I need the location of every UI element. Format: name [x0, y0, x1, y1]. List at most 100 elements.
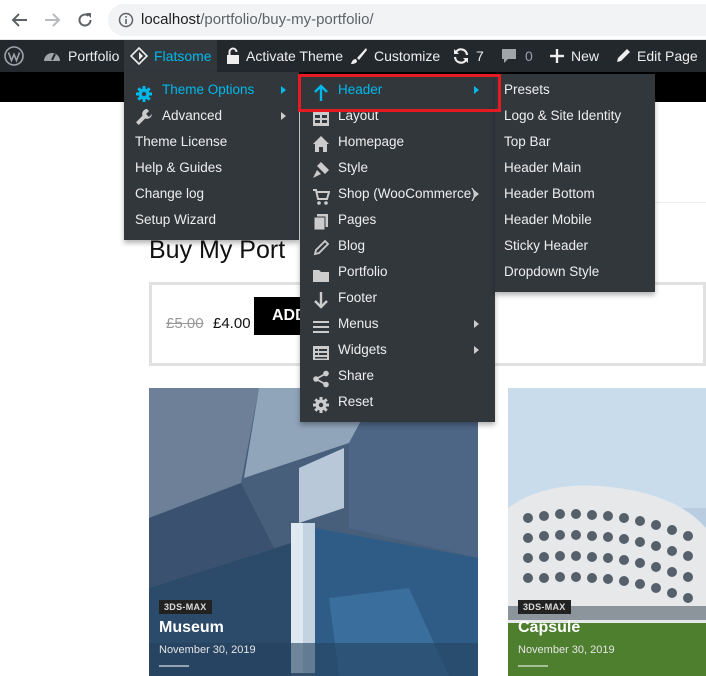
card-category-tag[interactable]: 3DS-MAX: [518, 600, 571, 614]
menu-item-dropdown-style[interactable]: Dropdown Style: [495, 260, 655, 286]
menu-item-shop[interactable]: Shop (WooCommerce): [300, 182, 495, 208]
menu-item-portfolio[interactable]: Portfolio: [300, 260, 495, 286]
flatsome-icon: [130, 47, 148, 65]
menu-item-change-log[interactable]: Change log: [124, 182, 299, 208]
menu-item-help-guides[interactable]: Help & Guides: [124, 156, 299, 182]
activate-theme-menu[interactable]: Activate Theme: [226, 40, 343, 72]
menu-item-label: Blog: [338, 238, 366, 253]
menu-item-widgets[interactable]: Widgets: [300, 338, 495, 364]
submenu-arrow-icon: [474, 190, 479, 198]
menu-item-header-bottom[interactable]: Header Bottom: [495, 182, 655, 208]
new-label: New: [571, 48, 600, 64]
new-price: £4.00: [213, 315, 251, 332]
customize-menu[interactable]: Customize: [350, 40, 440, 72]
menu-item-advanced[interactable]: Advanced: [124, 104, 299, 130]
menu-item-theme-license[interactable]: Theme License: [124, 130, 299, 156]
menu-item-footer[interactable]: Footer: [300, 286, 495, 312]
flatsome-menu[interactable]: Flatsome: [124, 40, 217, 72]
gear-icon: [136, 86, 152, 102]
pencil-icon: [313, 239, 330, 256]
old-price: £5.00: [166, 315, 204, 332]
menu-item-label: Header Main: [504, 160, 582, 175]
gear-icon: [313, 397, 329, 413]
pages-icon: [313, 214, 328, 231]
edit-page-label: Edit Page: [637, 48, 698, 64]
forward-button[interactable]: [40, 8, 64, 32]
card-title[interactable]: Capsule: [518, 619, 580, 637]
browser-toolbar: localhost/portfolio/buy-my-portfolio/: [0, 0, 706, 40]
url-host: localhost: [141, 11, 201, 28]
menu-item-label: Change log: [135, 186, 205, 201]
site-name-label: Portfolio: [68, 48, 120, 64]
menu-item-label: Header Bottom: [504, 186, 595, 201]
menu-item-header-main[interactable]: Header Main: [495, 156, 655, 182]
menu-item-reset[interactable]: Reset: [300, 390, 495, 416]
back-button[interactable]: [8, 8, 32, 32]
menu-item-share[interactable]: Share: [300, 364, 495, 390]
menu-item-style[interactable]: Style: [300, 156, 495, 182]
card-date: November 30, 2019: [518, 644, 615, 656]
activate-theme-label: Activate Theme: [246, 48, 344, 64]
address-bar[interactable]: localhost/portfolio/buy-my-portfolio/: [108, 4, 706, 36]
reload-button[interactable]: [73, 8, 97, 32]
menu-item-label: Portfolio: [338, 264, 388, 279]
comments-menu[interactable]: 0: [500, 40, 533, 72]
menu-item-label: Help & Guides: [135, 160, 223, 175]
menu-item-label: Setup Wizard: [135, 212, 217, 227]
portfolio-card[interactable]: 3DS-MAX Museum November 30, 2019: [149, 388, 478, 676]
menu-item-header-mobile[interactable]: Header Mobile: [495, 208, 655, 234]
card-divider: [518, 665, 548, 667]
customize-label: Customize: [374, 48, 441, 64]
menu-item-setup-wizard[interactable]: Setup Wizard: [124, 208, 299, 234]
wordpress-icon: [4, 46, 24, 66]
header-dropdown: Presets Logo & Site Identity Top Bar Hea…: [495, 74, 655, 292]
menu-item-pages[interactable]: Pages: [300, 208, 495, 234]
home-icon: [313, 136, 329, 152]
back-arrow-icon: [11, 13, 27, 27]
menu-item-presets[interactable]: Presets: [495, 78, 655, 104]
updates-icon: [453, 48, 469, 64]
card-divider: [159, 665, 189, 667]
menu-item-top-bar[interactable]: Top Bar: [495, 130, 655, 156]
wrench-icon: [136, 109, 152, 125]
site-name-menu[interactable]: Portfolio: [42, 40, 119, 72]
card-category-tag[interactable]: 3DS-MAX: [159, 600, 212, 614]
menu-lines-icon: [313, 321, 329, 333]
brush-icon: [351, 48, 367, 64]
pencil-icon: [617, 49, 630, 62]
menu-item-blog[interactable]: Blog: [300, 234, 495, 260]
menu-item-label: Pages: [338, 212, 377, 227]
new-content-menu[interactable]: New: [549, 40, 599, 72]
menu-item-menus[interactable]: Menus: [300, 312, 495, 338]
info-icon[interactable]: [118, 12, 134, 28]
lock-icon: [227, 47, 239, 64]
layout-icon: [313, 112, 329, 126]
portfolio-card[interactable]: 3DS-MAX Capsule November 30, 2019: [508, 388, 706, 676]
edit-page-menu[interactable]: Edit Page: [615, 40, 698, 72]
comments-count: 0: [525, 48, 533, 64]
menu-item-logo-site-identity[interactable]: Logo & Site Identity: [495, 104, 655, 130]
url-path: /portfolio/buy-my-portfolio/: [200, 11, 374, 28]
menu-item-label: Dropdown Style: [504, 264, 600, 279]
updates-menu[interactable]: 7: [452, 40, 484, 72]
menu-item-sticky-header[interactable]: Sticky Header: [495, 234, 655, 260]
menu-item-label: Footer: [338, 290, 378, 305]
screen: { "browser": { "url_host": "localhost", …: [0, 0, 706, 676]
wordpress-logo-menu[interactable]: [4, 40, 30, 72]
arrow-down-icon: [314, 292, 328, 309]
menu-item-theme-options[interactable]: Theme Options: [124, 78, 299, 104]
folder-icon: [313, 270, 329, 282]
menu-item-homepage[interactable]: Homepage: [300, 130, 495, 156]
submenu-arrow-icon: [281, 86, 286, 94]
plus-icon: [550, 49, 564, 63]
highlight-annotation: [298, 74, 501, 112]
menu-item-label: Homepage: [338, 134, 405, 149]
menu-item-label: Theme Options: [162, 82, 255, 97]
menu-item-label: Logo & Site Identity: [504, 108, 622, 123]
theme-options-dropdown: Header Layout Homepage Style Shop (WooCo…: [300, 74, 495, 422]
card-title[interactable]: Museum: [159, 619, 224, 637]
menu-item-label: Reset: [338, 394, 374, 409]
dashboard-icon: [44, 53, 60, 61]
menu-item-label: Advanced: [162, 108, 223, 123]
divider: [655, 202, 706, 203]
